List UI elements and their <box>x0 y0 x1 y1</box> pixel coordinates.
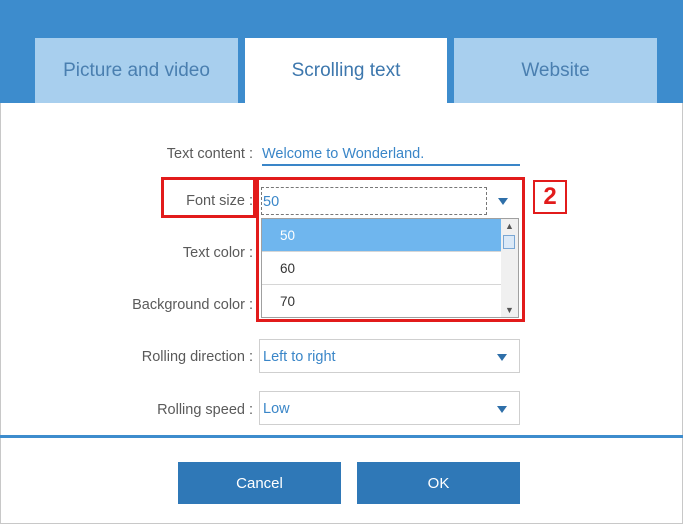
footer-divider <box>0 435 683 438</box>
rolling-direction-select[interactable]: Left to right <box>259 339 520 373</box>
rolling-direction-label: Rolling direction : <box>141 349 253 365</box>
rolling-speed-value: Low <box>263 401 290 417</box>
ok-button[interactable]: OK <box>357 462 520 504</box>
tab-picture-and-video[interactable]: Picture and video <box>35 38 238 103</box>
cancel-button[interactable]: Cancel <box>178 462 341 504</box>
rolling-speed-select[interactable]: Low <box>259 391 520 425</box>
cancel-button-label: Cancel <box>236 474 283 492</box>
text-content-input[interactable]: Welcome to Wonderland. <box>262 144 520 166</box>
text-content-label: Text content : <box>166 146 253 162</box>
tab-website[interactable]: Website <box>454 38 657 103</box>
tab-label: Picture and video <box>63 59 210 81</box>
font-size-dropdown-highlight <box>256 177 525 322</box>
chevron-down-icon[interactable] <box>497 406 507 413</box>
font-size-label-highlight <box>161 177 256 218</box>
chevron-down-icon[interactable] <box>497 354 507 361</box>
rolling-speed-label: Rolling speed : <box>157 402 253 418</box>
tab-scrolling-text[interactable]: Scrolling text <box>245 38 447 103</box>
tab-label: Scrolling text <box>291 59 401 81</box>
rolling-direction-value: Left to right <box>263 349 336 365</box>
text-color-label: Text color : <box>182 245 253 261</box>
background-color-label: Background color : <box>132 297 253 313</box>
dialog-header: Picture and video Scrolling text Website <box>0 0 683 103</box>
tab-label: Website <box>521 59 590 81</box>
step-number-badge: 2 <box>533 180 567 214</box>
ok-button-label: OK <box>427 474 450 492</box>
